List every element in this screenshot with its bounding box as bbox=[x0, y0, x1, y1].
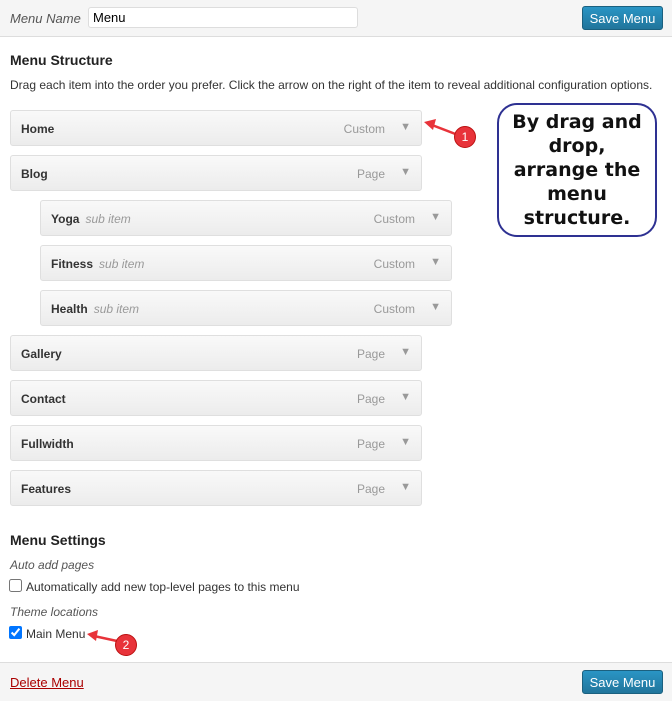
arrow-2-icon bbox=[93, 634, 118, 643]
annotation-callout: By drag and drop, arrange the menu struc… bbox=[497, 103, 657, 237]
annotation-badge-2: 2 bbox=[115, 634, 137, 656]
annotation-badge-1: 1 bbox=[454, 126, 476, 148]
arrow-1-head-icon bbox=[424, 119, 436, 130]
arrow-2-head-icon bbox=[87, 630, 98, 641]
